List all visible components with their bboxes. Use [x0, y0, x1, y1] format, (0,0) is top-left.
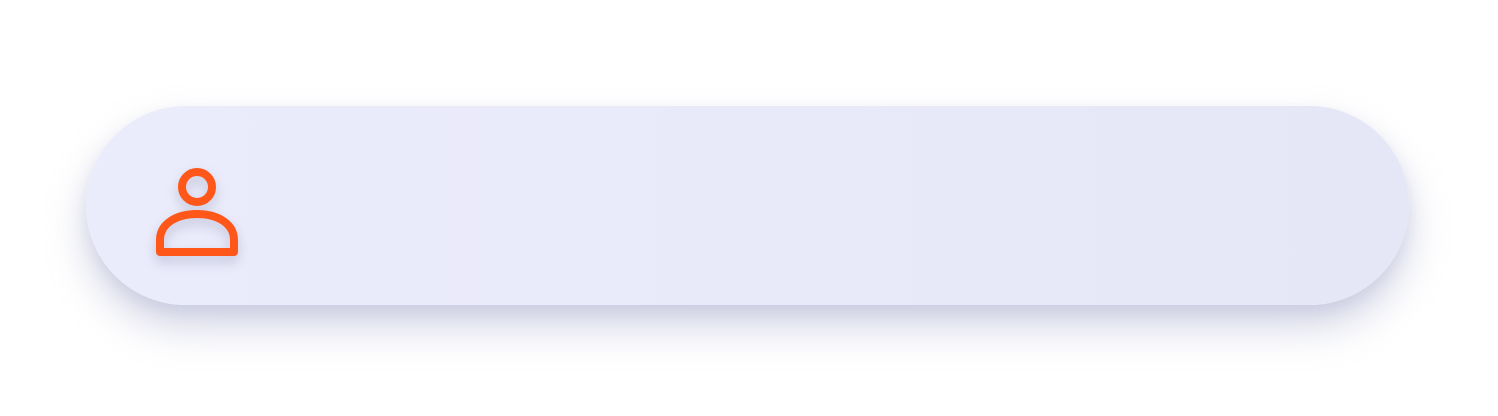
- username-input[interactable]: [276, 106, 1339, 305]
- user-icon: [154, 164, 240, 256]
- login-form-canvas: [0, 0, 1498, 416]
- username-field[interactable]: [86, 106, 1409, 305]
